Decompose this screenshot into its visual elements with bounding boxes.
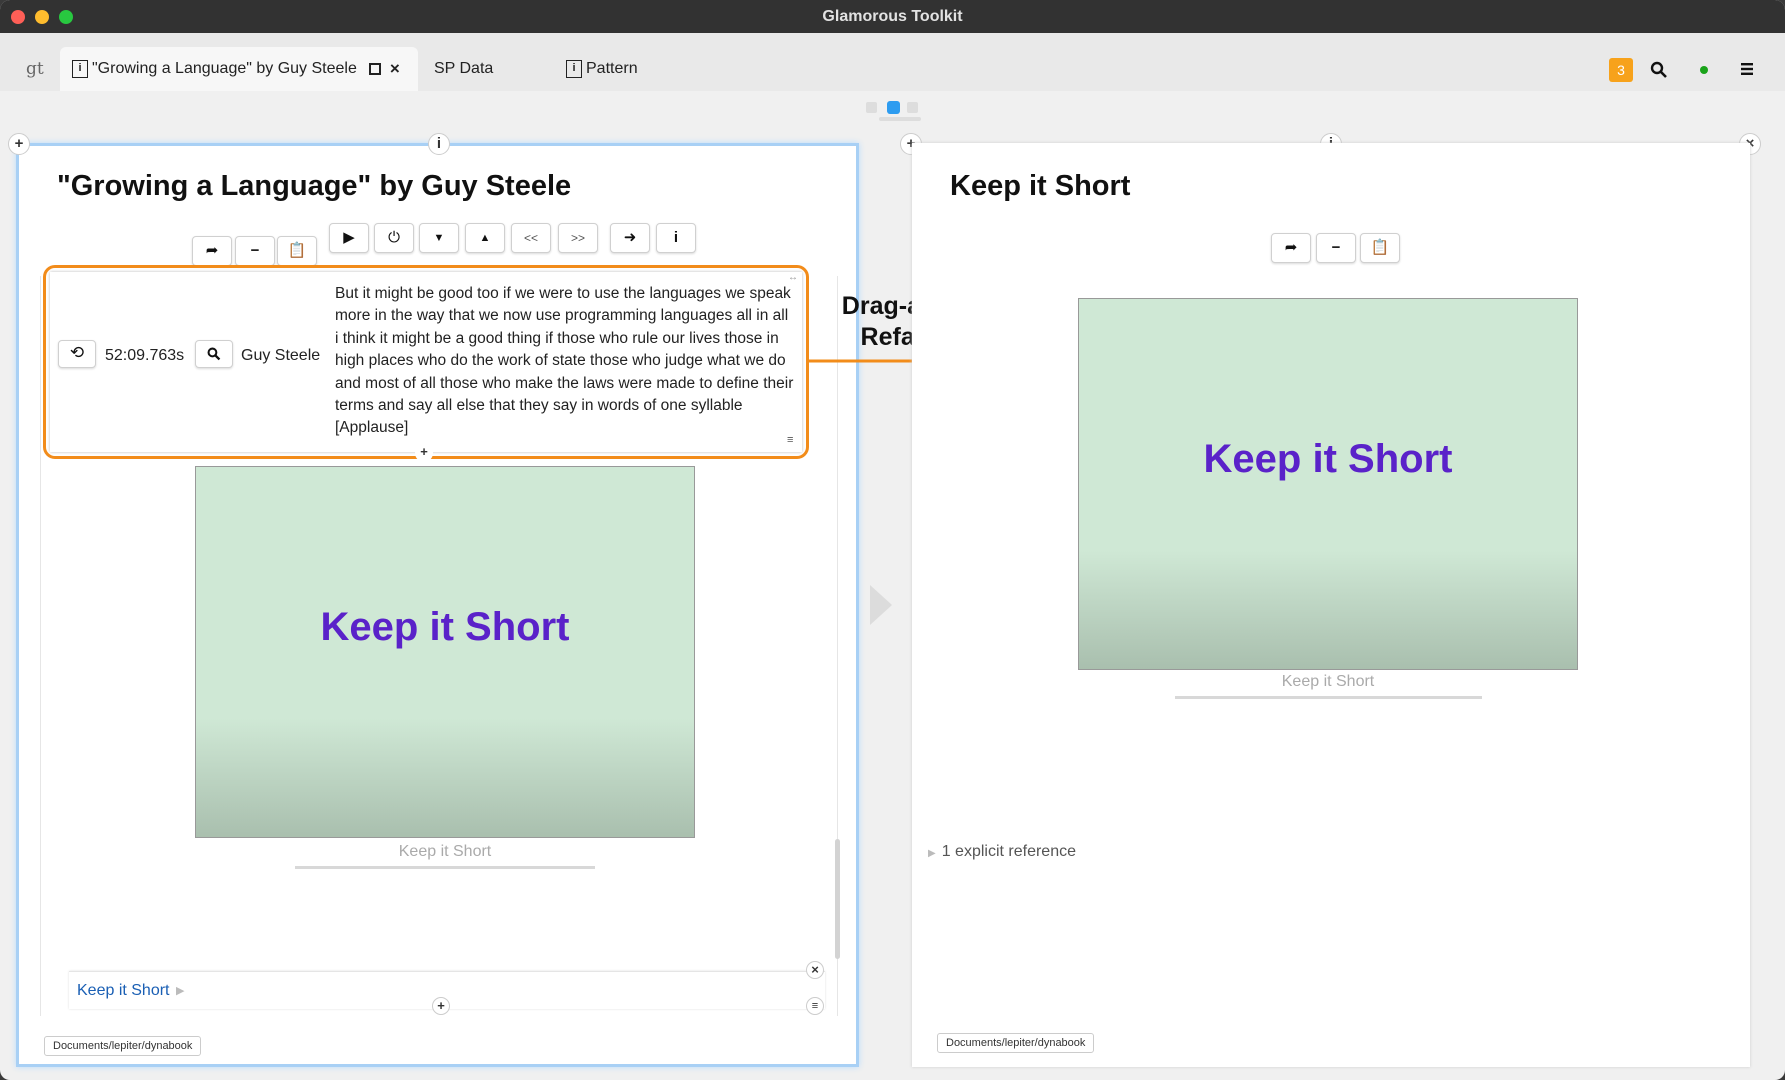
slide-text: Keep it Short	[320, 604, 570, 649]
share-button[interactable]: ➦	[192, 236, 232, 266]
move-down-button[interactable]: ▼	[419, 223, 459, 253]
pane-info-icon[interactable]: i	[428, 133, 450, 155]
caption-underline	[1175, 696, 1482, 699]
tab-growing-a-language[interactable]: i "Growing a Language" by Guy Steele ×	[60, 47, 418, 91]
search-button[interactable]	[195, 340, 233, 368]
scrollbar-thumb[interactable]	[835, 839, 840, 959]
unindent-button[interactable]: <<	[511, 223, 551, 253]
expand-link-icon[interactable]: ▶	[176, 984, 184, 997]
pane-transition-arrow-icon	[870, 585, 892, 625]
clipboard-button[interactable]: 📋	[1360, 233, 1400, 263]
transcript-snippet[interactable]: ⟲ 52:09.763s Guy Steele But it might be …	[50, 272, 802, 452]
share-button[interactable]: ➦	[1271, 233, 1311, 263]
power-button[interactable]: ⏻	[374, 223, 414, 253]
remove-snippet-icon[interactable]: ×	[806, 961, 824, 979]
tab-label: "Growing a Language" by Guy Steele	[92, 60, 357, 77]
collapse-button[interactable]: −	[235, 236, 275, 266]
maximize-tab-icon[interactable]	[368, 63, 381, 75]
timestamp: 52:09.763s	[105, 347, 185, 364]
add-snippet-icon[interactable]: +	[415, 444, 433, 462]
seek-button[interactable]: ⟲	[58, 340, 96, 368]
references-toggle[interactable]: ▶ 1 explicit reference	[928, 843, 1076, 861]
app-window: Glamorous Toolkit gt i "Growing a Langua…	[0, 0, 1785, 1080]
move-up-button[interactable]: ▲	[465, 223, 505, 253]
clipboard-button[interactable]: 📋	[277, 236, 317, 266]
pager-dot[interactable]	[907, 102, 918, 113]
menu-icon[interactable]	[1740, 62, 1754, 76]
page-icon: i	[566, 60, 582, 78]
tab-bar: gt i "Growing a Language" by Guy Steele …	[0, 33, 1785, 91]
speaker-name: Guy Steele	[241, 347, 321, 364]
pager-scrollbar[interactable]	[879, 117, 921, 121]
info-button[interactable]: i	[656, 223, 696, 253]
pager-dot[interactable]	[866, 102, 877, 113]
tab-pattern[interactable]: i Pattern	[566, 47, 638, 91]
slide-text: Keep it Short	[1203, 436, 1453, 481]
title-bar: Glamorous Toolkit	[0, 0, 1785, 33]
collapse-button[interactable]: −	[1316, 233, 1356, 263]
pager-dot-active[interactable]	[887, 101, 900, 114]
snippet-menu-icon[interactable]: ≡	[787, 434, 793, 446]
slide-caption: Keep it Short	[398, 843, 492, 860]
play-button[interactable]: ▶	[329, 223, 369, 253]
window-title: Glamorous Toolkit	[822, 8, 963, 25]
status-indicator-icon	[1700, 66, 1708, 74]
close-tab-icon[interactable]: ×	[390, 59, 400, 79]
add-pane-left-icon[interactable]: +	[8, 133, 30, 155]
search-icon[interactable]	[1650, 61, 1668, 79]
arrow-right-button[interactable]: ➜	[610, 223, 650, 253]
page-icon: i	[72, 60, 88, 78]
references-label: 1 explicit reference	[941, 843, 1076, 860]
database-path: Documents/lepiter/dynabook	[937, 1033, 1095, 1053]
page-title: "Growing a Language" by Guy Steele	[57, 170, 572, 202]
tab-label: Pattern	[586, 60, 638, 77]
slide-caption: Keep it Short	[1281, 673, 1375, 690]
caption-underline	[295, 866, 595, 869]
gutter-line	[40, 276, 41, 1016]
snippet-menu-icon[interactable]: ≡	[806, 997, 824, 1015]
slide-image: Keep it Short	[1078, 298, 1578, 670]
page-link[interactable]: Keep it Short	[77, 982, 170, 1000]
tab-sp-data[interactable]: SP Data	[434, 47, 493, 91]
transcript-text[interactable]: But it might be good too if we were to u…	[335, 283, 795, 440]
indent-button[interactable]: >>	[558, 223, 598, 253]
database-path: Documents/lepiter/dynabook	[44, 1036, 202, 1056]
slide-image: Keep it Short	[195, 466, 695, 838]
expand-references-icon: ▶	[928, 848, 936, 859]
notification-badge[interactable]: 3	[1609, 58, 1633, 82]
right-pane: Keep it Short ➦ − 📋 Keep it Short Keep i…	[912, 143, 1750, 1067]
page-title: Keep it Short	[950, 170, 1131, 202]
drag-handle-icon[interactable]: ↔	[788, 272, 798, 283]
search-icon	[207, 347, 221, 361]
add-snippet-icon[interactable]: +	[432, 997, 450, 1015]
gt-logo[interactable]: gt	[26, 47, 44, 91]
left-pane: "Growing a Language" by Guy Steele ➦ − 📋…	[16, 143, 859, 1067]
